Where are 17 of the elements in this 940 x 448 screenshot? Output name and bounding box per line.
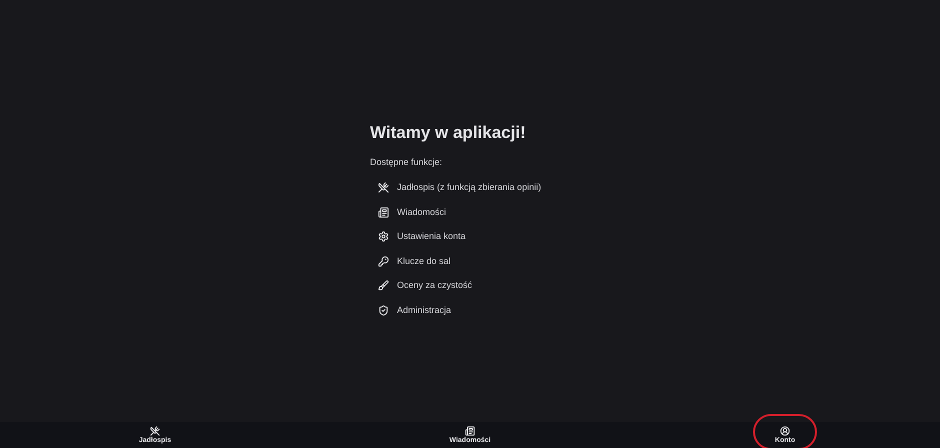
brush-icon (378, 280, 389, 292)
welcome-title: Witamy w aplikacji! (370, 122, 527, 144)
utensils-icon (378, 182, 389, 194)
features-heading: Dostępne funkcje: (370, 156, 444, 169)
key-icon (378, 256, 389, 267)
feature-label: Wiadomości (397, 206, 446, 218)
settings-icon (378, 231, 389, 242)
newspaper-icon (465, 426, 475, 436)
shield-icon (378, 304, 389, 316)
utensils-icon (150, 426, 160, 436)
account-icon (780, 426, 790, 436)
feature-label: Klucze do sal (397, 254, 451, 268)
feature-label: Oceny za czystość (397, 279, 472, 292)
feature-label: Administracja (397, 304, 452, 317)
feature-label: Jadłospis (z funkcją zbierania opinii) (397, 181, 542, 194)
newspaper-icon (378, 206, 389, 218)
feature-label: Ustawienia konta (397, 230, 466, 243)
